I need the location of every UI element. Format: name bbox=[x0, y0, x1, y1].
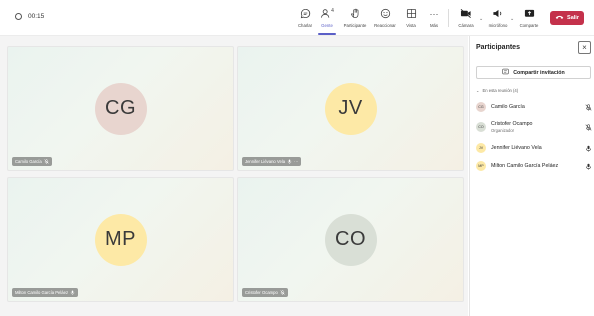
chevron-down-icon: ⌄ bbox=[476, 88, 480, 93]
people-button[interactable]: 4 Gente bbox=[312, 7, 342, 35]
participant-item[interactable]: CG Camilo García bbox=[476, 102, 592, 112]
meeting-info-icon[interactable] bbox=[15, 13, 22, 20]
mic-button[interactable]: micrófono bbox=[483, 7, 513, 28]
participant-name: Camilo García bbox=[491, 104, 525, 110]
in-meeting-section-toggle[interactable]: ⌄ En esta reunión (4) bbox=[476, 88, 518, 93]
participant-avatar: CO bbox=[476, 122, 486, 132]
camera-icon bbox=[460, 7, 472, 20]
panel-title: Participantes bbox=[476, 44, 520, 51]
speaker-icon bbox=[492, 7, 504, 20]
meeting-toolbar: 00:15 Charlar 4 Gente Participante Reacc… bbox=[0, 0, 594, 36]
participant-avatar: CG bbox=[476, 102, 486, 112]
people-count: 4 bbox=[331, 7, 334, 14]
muted-mic-icon bbox=[44, 158, 49, 165]
video-tile[interactable]: CO Cristofer Ocampo bbox=[237, 177, 464, 302]
leave-button[interactable]: Salir bbox=[550, 11, 584, 25]
grid-view-icon bbox=[406, 7, 417, 20]
mic-icon bbox=[287, 159, 292, 165]
participant-name: Milton Camilo García Peláez bbox=[491, 163, 559, 169]
more-button[interactable]: ··· Más bbox=[419, 7, 449, 28]
share-screen-icon bbox=[524, 7, 535, 20]
chat-icon bbox=[300, 7, 311, 20]
participant-item[interactable]: MP Milton Camilo García Peláez bbox=[476, 161, 592, 171]
timer-text: 00:15 bbox=[28, 13, 45, 20]
participant-name: Jennifer Liévano Vela bbox=[491, 145, 542, 151]
participant-name-tag: Camilo García bbox=[12, 157, 52, 166]
participant-avatar: CG bbox=[94, 82, 147, 135]
participant-avatar: MP bbox=[94, 213, 147, 266]
camera-button[interactable]: Cámara bbox=[451, 7, 481, 28]
share-button[interactable]: Comparte bbox=[514, 7, 544, 28]
muted-mic-icon bbox=[280, 289, 285, 296]
toolbar-divider bbox=[448, 9, 449, 27]
participant-avatar: CO bbox=[324, 213, 377, 266]
mic-icon[interactable] bbox=[584, 163, 592, 170]
mic-icon[interactable] bbox=[584, 145, 592, 152]
video-stage: CG Camilo García JV Jennifer Liévano Vel… bbox=[0, 36, 468, 316]
video-tile[interactable]: MP Milton Camilo García Peláez bbox=[7, 177, 234, 302]
mic-icon bbox=[70, 290, 75, 296]
close-panel-button[interactable]: × bbox=[578, 41, 591, 54]
participant-item[interactable]: CO Cristofer Ocampo Organizador bbox=[476, 121, 592, 133]
muted-mic-icon[interactable] bbox=[584, 123, 592, 131]
smiley-icon bbox=[380, 7, 391, 20]
participant-name-tag: Jennifer Liévano Vela ··· bbox=[242, 157, 302, 166]
video-tile[interactable]: CG Camilo García bbox=[7, 46, 234, 171]
participant-name-tag: Milton Camilo García Peláez bbox=[12, 288, 79, 297]
hang-up-icon bbox=[555, 14, 564, 22]
participant-avatar: MP bbox=[476, 161, 486, 171]
participant-avatar: JV bbox=[324, 82, 377, 135]
muted-mic-icon[interactable] bbox=[584, 103, 592, 111]
close-icon: × bbox=[582, 43, 587, 52]
participant-role: Organizador bbox=[491, 128, 515, 133]
raise-hand-button[interactable]: Participante bbox=[340, 7, 370, 28]
participants-panel: Participantes × Compartir invitación ⌄ E… bbox=[469, 36, 594, 316]
video-tile[interactable]: JV Jennifer Liévano Vela ··· bbox=[237, 46, 464, 171]
participant-item[interactable]: JV Jennifer Liévano Vela bbox=[476, 143, 592, 153]
people-icon: 4 bbox=[320, 7, 334, 20]
share-invite-button[interactable]: Compartir invitación bbox=[476, 66, 591, 79]
participant-avatar: JV bbox=[476, 143, 486, 153]
participant-name-tag: Cristofer Ocampo bbox=[242, 288, 288, 297]
hand-icon bbox=[350, 7, 361, 20]
participant-name: Cristofer Ocampo bbox=[491, 121, 533, 127]
meeting-timer: 00:15 bbox=[15, 13, 44, 20]
more-options-icon[interactable]: ··· bbox=[294, 159, 298, 164]
invite-icon bbox=[502, 68, 509, 77]
more-dots-icon: ··· bbox=[429, 8, 439, 19]
